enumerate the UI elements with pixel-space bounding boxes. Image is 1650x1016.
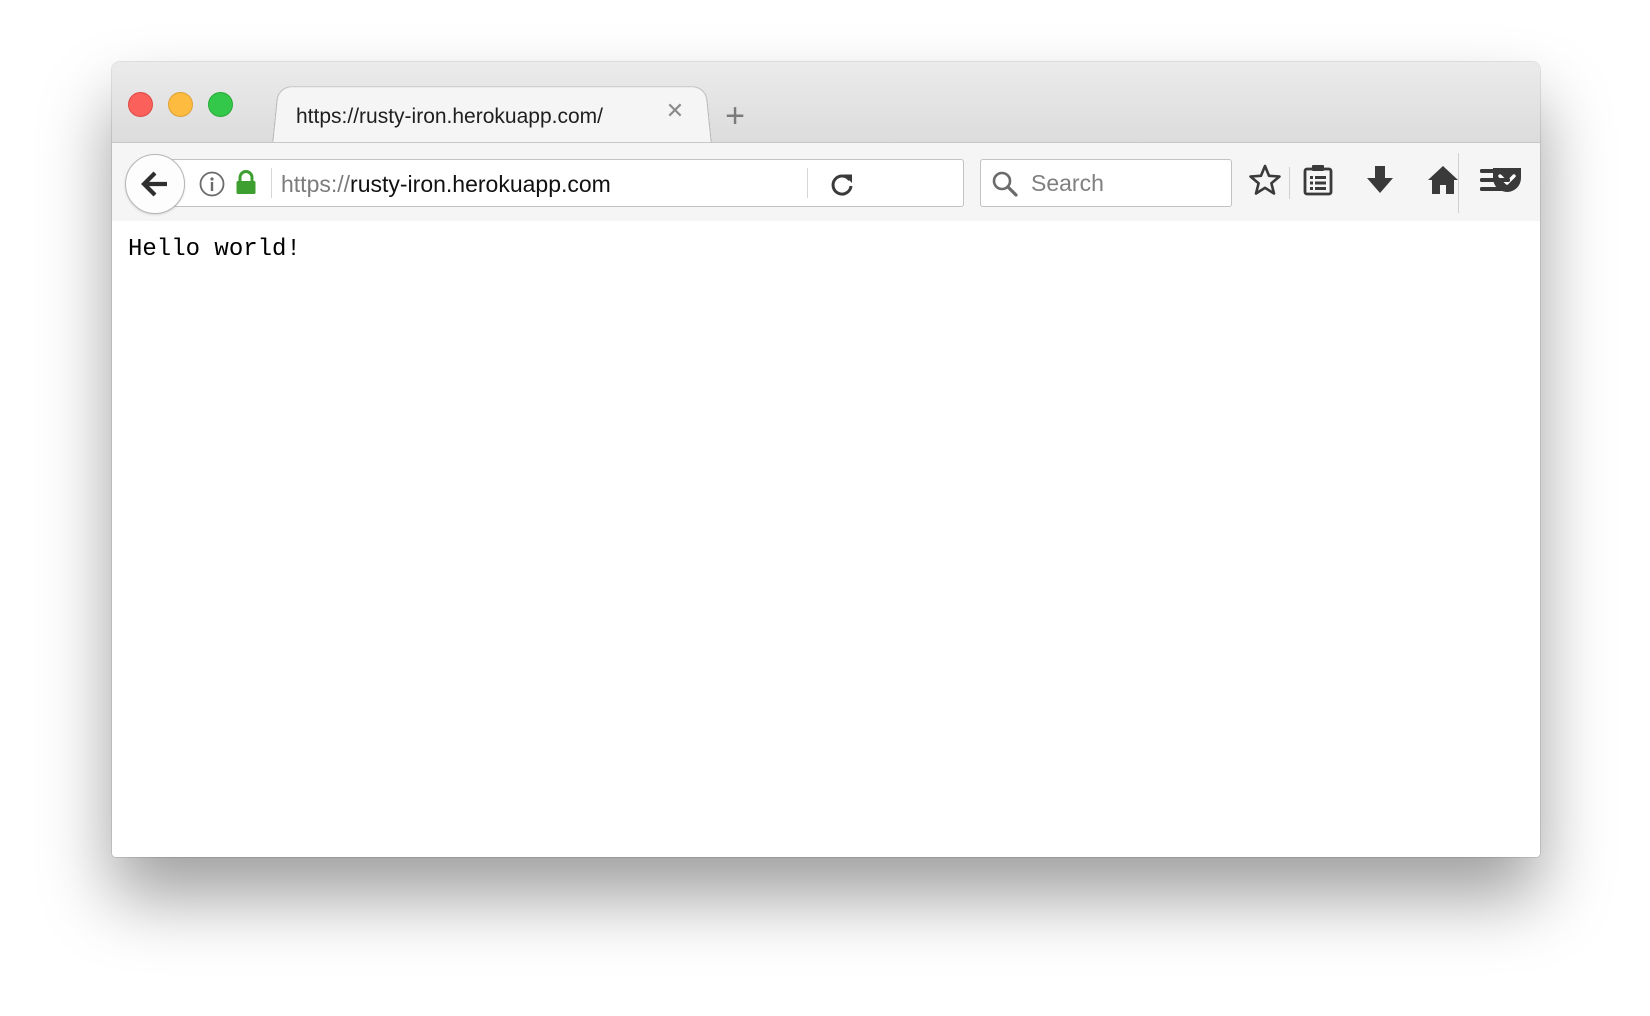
browser-window: https://rusty-iron.herokuapp.com/ ✕ + ht… <box>112 62 1540 857</box>
search-input[interactable] <box>1031 169 1221 197</box>
menu-divider <box>1458 153 1459 213</box>
reading-list-icon[interactable] <box>1302 163 1334 202</box>
back-button[interactable] <box>125 154 185 214</box>
lock-icon[interactable] <box>235 170 257 201</box>
url-host: rusty-iron.herokuapp.com <box>350 171 611 197</box>
toolbar-divider <box>1289 167 1290 199</box>
title-bar: https://rusty-iron.herokuapp.com/ ✕ + <box>112 62 1540 145</box>
url-scheme: https:// <box>281 171 351 197</box>
maximize-window-button[interactable] <box>208 92 233 117</box>
navigation-toolbar: https://rusty-iron.herokuapp.com <box>112 142 1540 222</box>
address-bar[interactable]: https://rusty-iron.herokuapp.com <box>168 159 964 207</box>
page-content: Hello world! <box>112 221 1540 857</box>
site-info-icon[interactable] <box>199 171 225 202</box>
search-icon <box>991 170 1019 203</box>
reload-icon[interactable] <box>829 171 855 202</box>
minimize-window-button[interactable] <box>168 92 193 117</box>
downloads-icon[interactable] <box>1364 163 1396 202</box>
url-text[interactable]: https://rusty-iron.herokuapp.com <box>281 169 611 199</box>
home-icon[interactable] <box>1426 163 1460 202</box>
menu-icon[interactable] <box>1478 163 1512 202</box>
url-divider <box>271 168 272 198</box>
reload-divider <box>807 168 808 198</box>
page-body-text: Hello world! <box>128 236 301 263</box>
back-arrow-icon <box>141 171 167 197</box>
tab-close-icon[interactable]: ✕ <box>662 98 688 124</box>
tab-title[interactable]: https://rusty-iron.herokuapp.com/ <box>296 100 648 134</box>
search-bar[interactable] <box>980 159 1232 207</box>
new-tab-button[interactable]: + <box>718 99 752 133</box>
bookmark-star-icon[interactable] <box>1248 163 1282 202</box>
close-window-button[interactable] <box>128 92 153 117</box>
